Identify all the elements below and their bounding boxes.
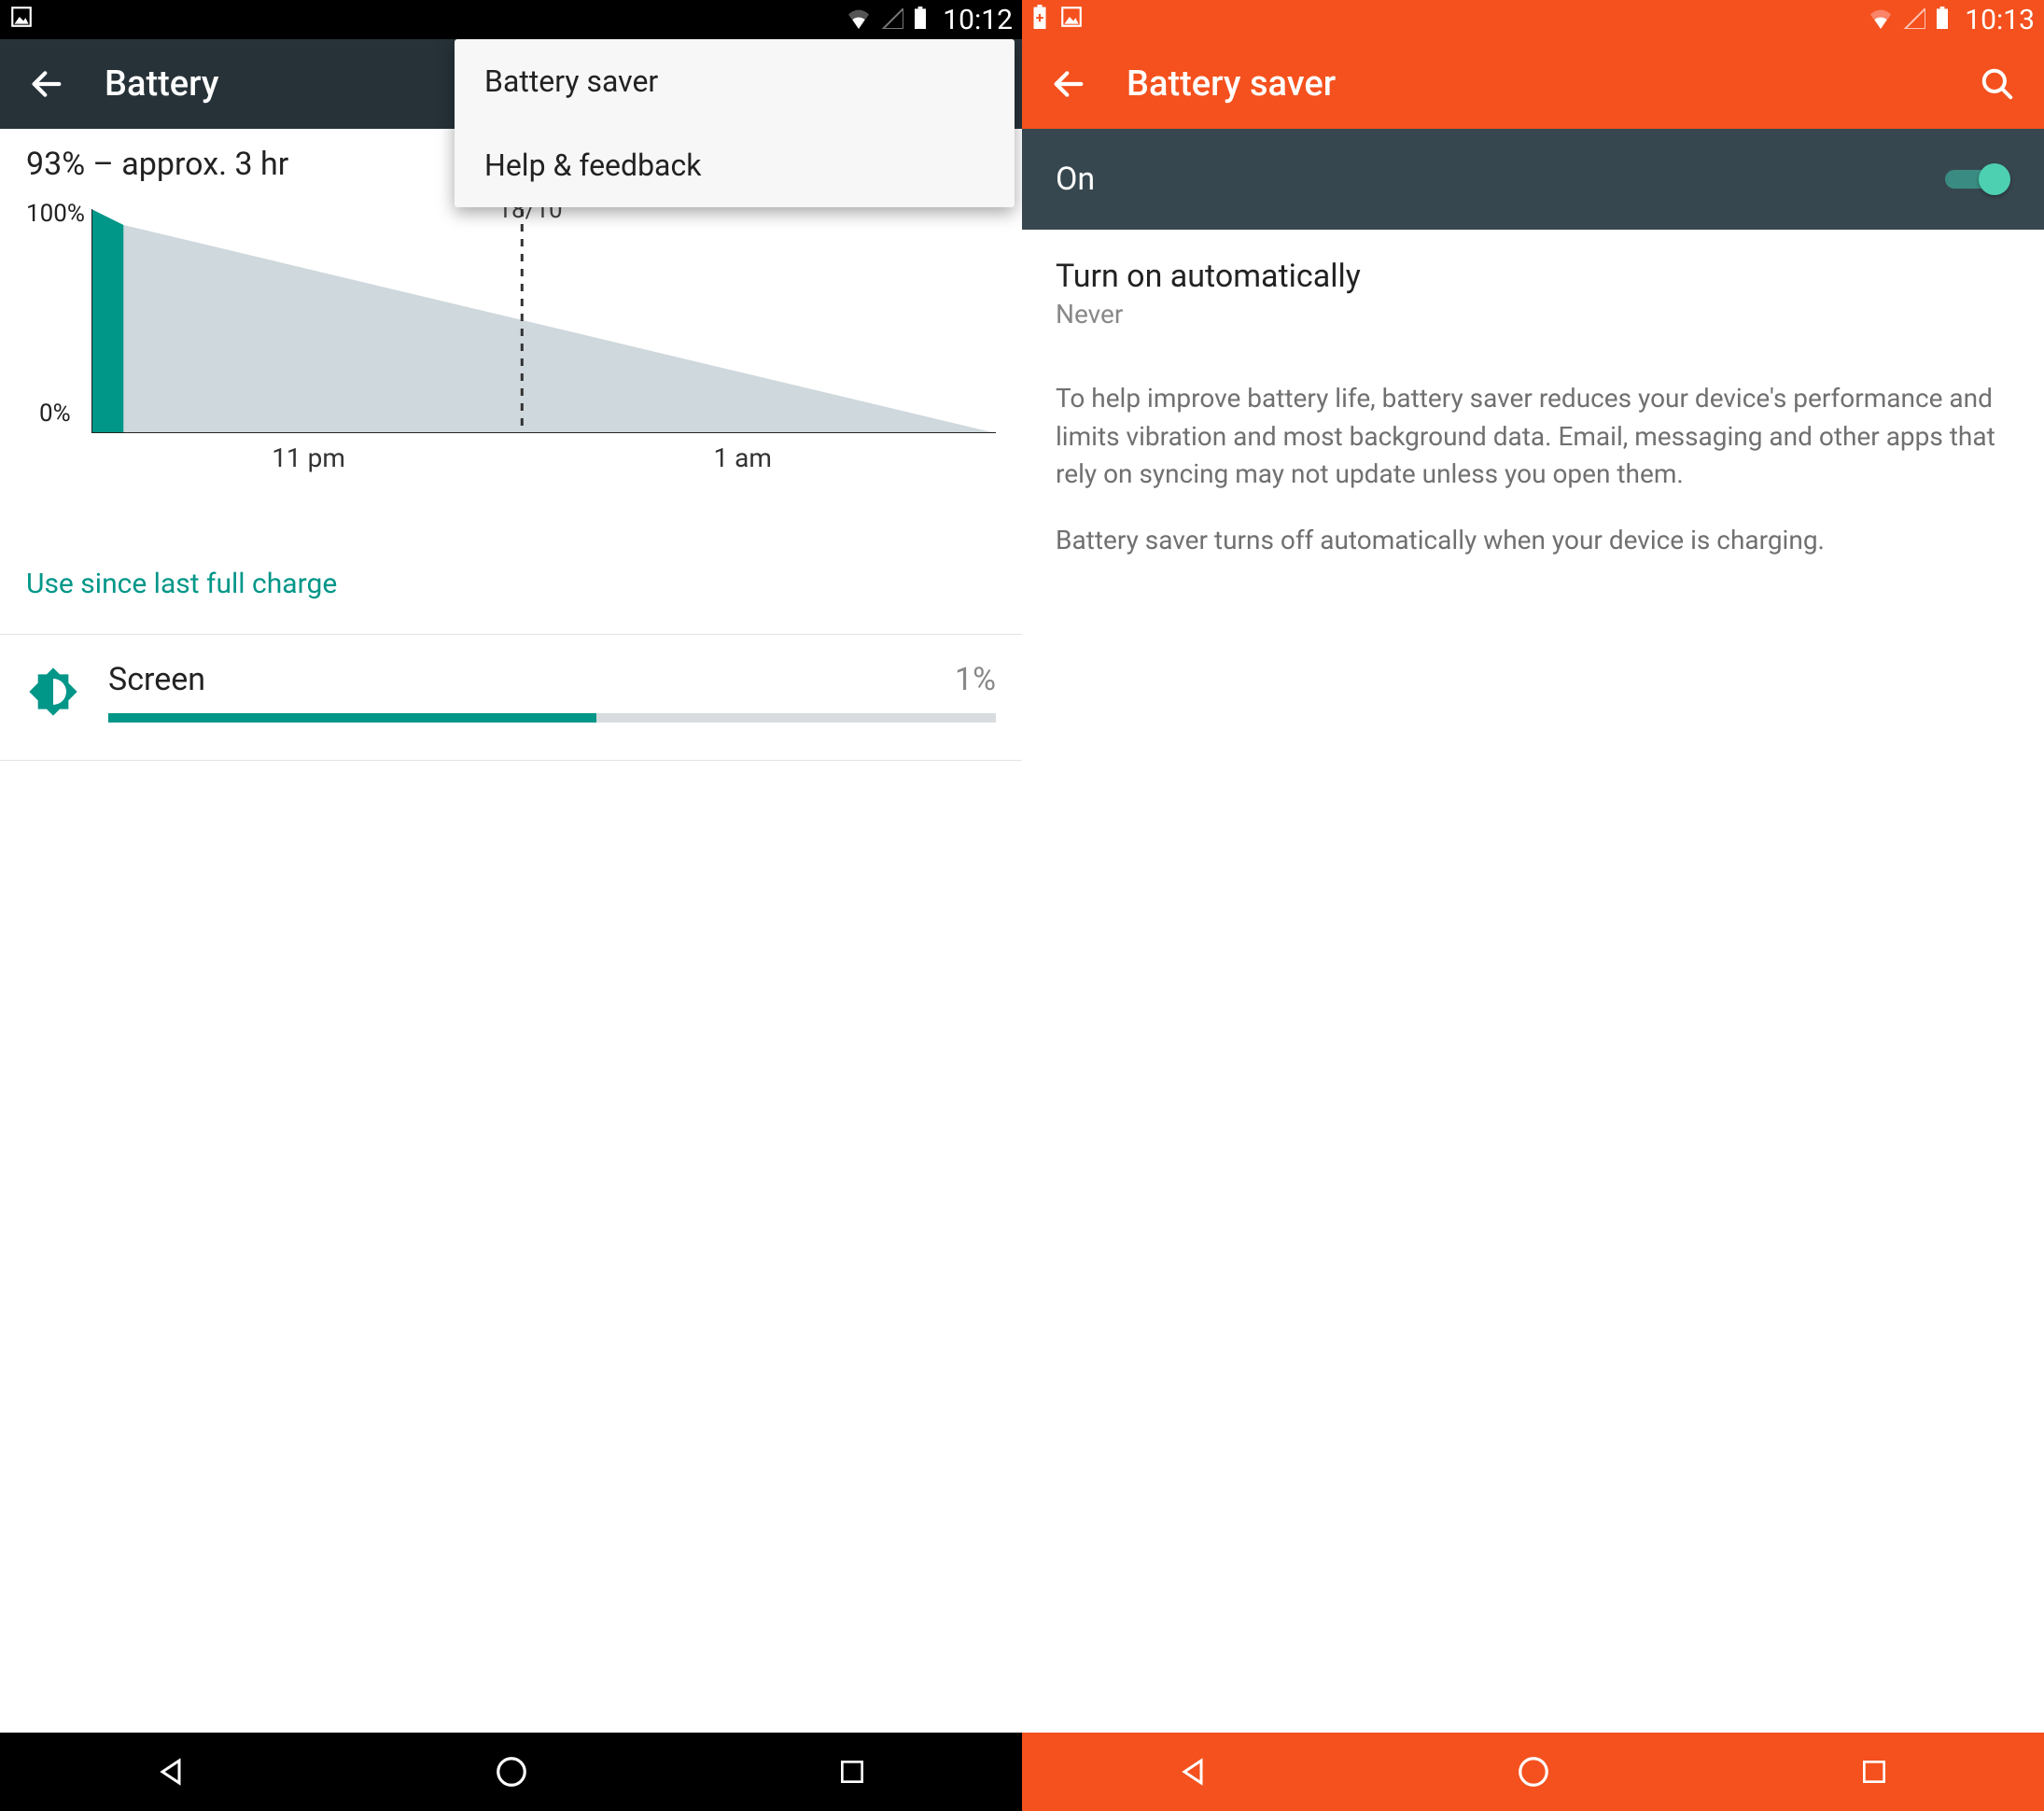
battery-status-icon	[1935, 4, 1950, 36]
picture-icon	[1059, 4, 1084, 36]
brightness-icon	[26, 665, 80, 719]
search-button[interactable]	[1977, 63, 2018, 105]
back-button[interactable]	[26, 63, 67, 105]
nav-home-button[interactable]	[1510, 1748, 1557, 1795]
status-time: 10:13	[1965, 4, 2035, 36]
usage-bar-fill	[108, 713, 596, 723]
status-bar: 10:12	[0, 0, 1022, 39]
wifi-icon	[846, 4, 872, 36]
status-bar: + 10:13	[1022, 0, 2044, 39]
desc-p2: Battery saver turns off automatically wh…	[1056, 522, 2010, 560]
nav-home-button[interactable]	[488, 1748, 535, 1795]
wifi-icon	[1868, 4, 1894, 36]
nav-back-button[interactable]	[1169, 1748, 1216, 1795]
svg-text:+: +	[1036, 9, 1044, 26]
status-time: 10:12	[943, 4, 1013, 36]
app-bar-title: Battery saver	[1127, 63, 1977, 105]
battery-chart[interactable]: 100% 0% 18/10 11 pm 1 a	[26, 200, 996, 555]
auto-turn-on-title: Turn on automatically	[1056, 258, 2010, 295]
phone-battery-saver-screen: + 10:13 Battery saver	[1022, 0, 2044, 1811]
auto-turn-on-value: Never	[1056, 299, 2010, 330]
nav-recent-button[interactable]	[1851, 1748, 1897, 1795]
battery-saver-switch[interactable]	[1945, 165, 2010, 193]
auto-turn-on-row[interactable]: Turn on automatically Never	[1056, 258, 2010, 330]
nav-back-button[interactable]	[147, 1748, 194, 1795]
y-tick-top: 100%	[26, 200, 85, 228]
x-tick-1am: 1 am	[713, 442, 771, 473]
battery-saver-toggle-row: On	[1022, 129, 2044, 230]
battery-saver-description: To help improve battery life, battery sa…	[1056, 380, 2010, 559]
battery-saver-content: Turn on automatically Never To help impr…	[1022, 230, 2044, 587]
menu-item-battery-saver[interactable]: Battery saver	[455, 39, 1015, 123]
nav-bar	[0, 1733, 1022, 1811]
battery-content: 93% – approx. 3 hr 100% 0% 18/10	[0, 129, 1022, 761]
usage-item-label: Screen	[108, 661, 955, 698]
divider	[0, 760, 1022, 761]
battery-chart-svg	[91, 209, 996, 433]
x-axis-labels: 11 pm 1 am	[91, 442, 996, 480]
nav-bar	[1022, 1733, 2044, 1811]
toggle-label: On	[1056, 161, 1945, 198]
cell-signal-icon	[1903, 4, 1925, 36]
usage-bar	[108, 713, 996, 723]
usage-item-percent: 1%	[955, 661, 996, 698]
usage-row-screen[interactable]: Screen 1%	[26, 635, 996, 734]
battery-status-icon	[913, 4, 928, 36]
desc-p1: To help improve battery life, battery sa…	[1056, 380, 2010, 494]
battery-charging-notif-icon: +	[1031, 4, 1048, 36]
cell-signal-icon	[881, 4, 903, 36]
app-bar: Battery saver	[1022, 39, 2044, 129]
y-tick-bottom: 0%	[39, 400, 71, 428]
nav-recent-button[interactable]	[829, 1748, 875, 1795]
back-button[interactable]	[1048, 63, 1089, 105]
phone-battery-screen: 10:12 Battery Battery saver Help & feedb…	[0, 0, 1022, 1811]
overflow-menu: Battery saver Help & feedback	[455, 39, 1015, 207]
menu-item-help-feedback[interactable]: Help & feedback	[455, 123, 1015, 207]
x-tick-11pm: 11 pm	[272, 442, 345, 473]
section-label-usage: Use since last full charge	[26, 568, 996, 613]
picture-icon	[9, 4, 34, 36]
